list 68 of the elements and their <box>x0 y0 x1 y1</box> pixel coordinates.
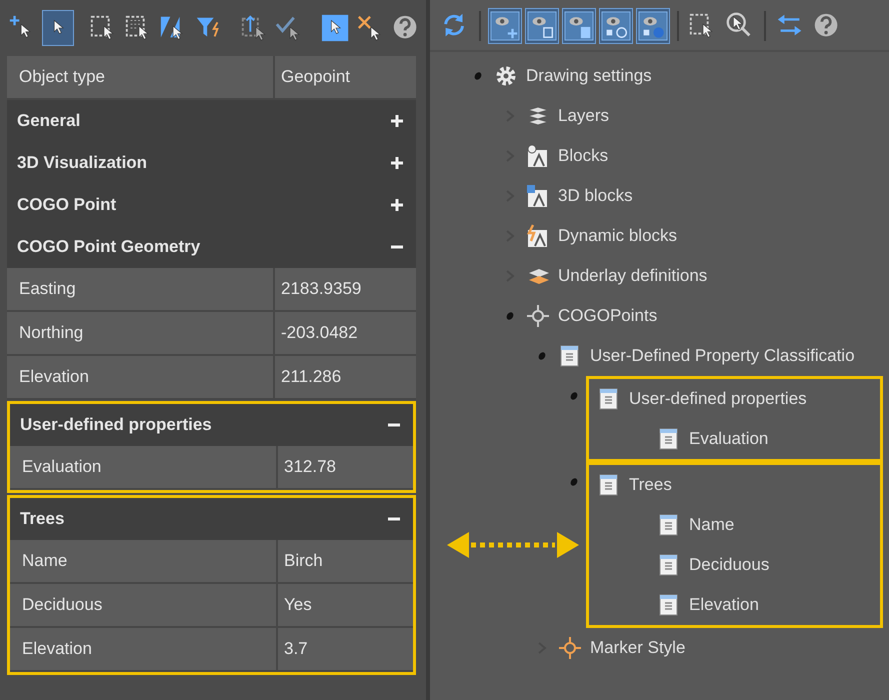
property-value[interactable]: Geopoint <box>275 56 416 98</box>
cursor-button[interactable] <box>42 10 74 46</box>
section-header[interactable]: COGO Point <box>7 184 416 226</box>
eye-plus-button[interactable] <box>488 8 522 44</box>
expanded-icon[interactable] <box>569 391 579 401</box>
tree-item[interactable]: Layers <box>558 103 610 129</box>
property-value[interactable]: -203.0482 <box>275 312 416 354</box>
property-value[interactable]: 312.78 <box>278 446 413 488</box>
section-title: COGO Point Geometry <box>17 236 200 258</box>
tree-item[interactable]: 3D blocks <box>558 183 633 209</box>
property-name: Northing <box>7 312 275 354</box>
tree-item[interactable]: Name <box>689 512 734 538</box>
block-icon <box>526 144 550 168</box>
eye-square-button[interactable] <box>562 8 596 44</box>
eye-sphere-button[interactable] <box>636 8 670 44</box>
expand-icon[interactable] <box>390 156 404 170</box>
property-value[interactable]: 3.7 <box>278 628 413 670</box>
tree-item[interactable]: Drawing settings <box>526 63 652 89</box>
section-title: User-defined properties <box>20 414 212 436</box>
section-title: 3D Visualization <box>17 152 148 174</box>
property-name: Object type <box>7 56 275 98</box>
block-cube-icon <box>526 184 550 208</box>
expanded-icon[interactable] <box>473 71 483 81</box>
section-header[interactable]: Trees <box>10 498 413 540</box>
property-name: Evaluation <box>10 446 278 488</box>
section-header[interactable]: General <box>7 100 416 142</box>
property-name: Elevation <box>10 628 278 670</box>
expanded-icon[interactable] <box>537 351 547 361</box>
property-name: Name <box>10 540 278 582</box>
eye-plus-icon <box>490 11 520 41</box>
expanded-icon[interactable] <box>569 477 579 487</box>
eye-square-button[interactable] <box>525 8 559 44</box>
property-value[interactable]: 2183.9359 <box>275 268 416 310</box>
property-value[interactable]: 211.286 <box>275 356 416 398</box>
eye-square-icon <box>564 11 594 41</box>
section-header[interactable]: User-defined properties <box>10 404 413 446</box>
crosshair-icon <box>526 304 550 328</box>
gear-icon <box>494 64 518 88</box>
tree-item[interactable]: Blocks <box>558 143 608 169</box>
tree-item[interactable]: Trees <box>629 472 672 498</box>
property-name: Deciduous <box>10 584 278 626</box>
eye-squares-icon <box>601 11 631 41</box>
section-title: Trees <box>20 508 64 530</box>
tree-item[interactable]: Marker Style <box>590 635 686 661</box>
section-title: COGO Point <box>17 194 116 216</box>
section-header[interactable]: 3D Visualization <box>7 142 416 184</box>
eye-square-icon <box>527 11 557 41</box>
property-value[interactable]: Yes <box>278 584 413 626</box>
eye-squares-button[interactable] <box>599 8 633 44</box>
expanded-icon[interactable] <box>505 311 515 321</box>
tree-item[interactable]: COGOPoints <box>558 303 658 329</box>
tree-item[interactable]: User-Defined Property Classificatio <box>590 343 855 369</box>
section-title: General <box>17 110 80 132</box>
tree-item[interactable]: Dynamic blocks <box>558 223 678 249</box>
block-bolt-icon <box>526 224 550 248</box>
highlighted-cursor-icon <box>321 13 351 43</box>
property-name: Elevation <box>7 356 275 398</box>
property-name: Easting <box>7 268 275 310</box>
section-header[interactable]: COGO Point Geometry <box>7 226 416 268</box>
tree-item[interactable]: Elevation <box>689 592 759 618</box>
tree-item[interactable]: Underlay definitions <box>558 263 708 289</box>
tree-item[interactable]: Evaluation <box>689 426 768 452</box>
expand-icon[interactable] <box>390 114 404 128</box>
tree-item[interactable]: User-defined properties <box>629 386 807 412</box>
expand-icon[interactable] <box>390 198 404 212</box>
marker-icon <box>558 636 582 660</box>
tree-item[interactable]: Deciduous <box>689 552 770 578</box>
property-value[interactable]: Birch <box>278 540 413 582</box>
